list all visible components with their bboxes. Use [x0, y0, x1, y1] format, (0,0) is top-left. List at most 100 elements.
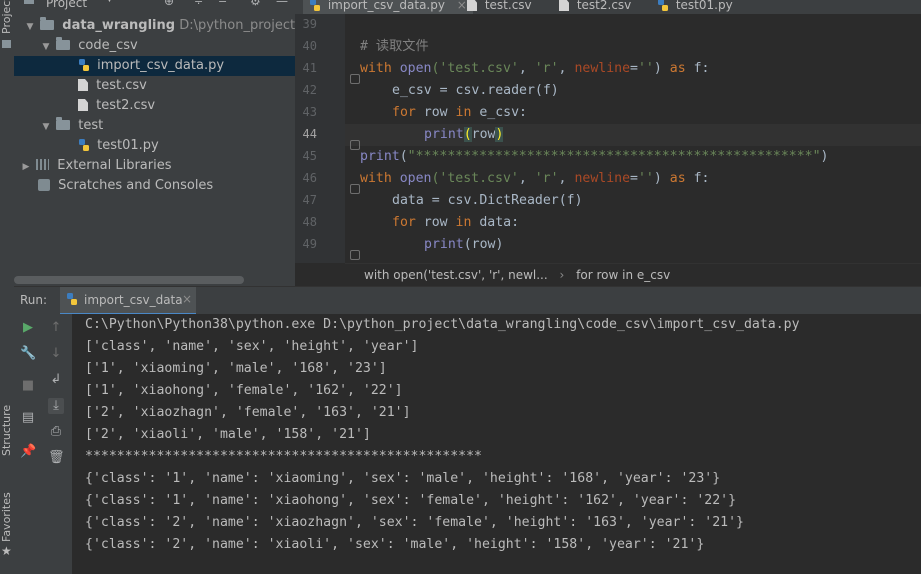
- tree-item-label: data_wrangling: [62, 18, 176, 33]
- editor-tab-test01[interactable]: test01.py: [657, 0, 733, 14]
- chevron-down-icon[interactable]: ▼: [40, 37, 52, 57]
- run-tab-label: import_csv_data: [84, 293, 183, 307]
- tree-item-test-folder[interactable]: ▼ test: [14, 116, 295, 136]
- favorites-tool-tab[interactable]: Favorites: [0, 490, 14, 545]
- python-file-icon: [67, 293, 77, 305]
- trash-icon[interactable]: 🗑: [48, 450, 65, 466]
- scroll-to-end-icon[interactable]: ⤓: [48, 398, 64, 414]
- console-line: {'class': '2', 'name': 'xiaoli', 'sex': …: [85, 537, 705, 552]
- csv-file-icon: [78, 79, 88, 91]
- pin-icon[interactable]: 📌: [20, 444, 36, 460]
- tree-item-path: D:\python_project\data_: [179, 18, 295, 33]
- minimize-icon[interactable]: —: [276, 0, 288, 8]
- tree-item-import-csv-data[interactable]: import_csv_data.py: [14, 56, 295, 76]
- project-horizontal-scrollbar[interactable]: [14, 276, 244, 284]
- console-line: ['1', 'xiaohong', 'female', '162', '22']: [85, 383, 403, 398]
- project-panel: Project ▼ ⊕ ≑ ≐ ⚙ — ▼ data_wrangling D:\…: [14, 0, 295, 286]
- tree-item-label: Scratches and Consoles: [58, 178, 214, 193]
- code-line-49: print(row): [424, 237, 504, 252]
- run-tab[interactable]: import_csv_data ×: [60, 287, 196, 315]
- arrow-up-icon[interactable]: ↑: [48, 320, 64, 336]
- console-line: {'class': '2', 'name': 'xiaozhagn', 'sex…: [85, 515, 744, 530]
- editor-tab-label: test.csv: [484, 0, 532, 12]
- chevron-down-icon[interactable]: ▼: [24, 17, 36, 37]
- tree-item-test01[interactable]: test01.py: [14, 136, 295, 156]
- stop-icon[interactable]: ■: [20, 378, 36, 394]
- layout-icon[interactable]: ▤: [20, 410, 36, 426]
- line-number: 39: [302, 17, 317, 31]
- editor-tab-test2-csv[interactable]: test2.csv: [559, 0, 631, 14]
- project-panel-header: Project ▼ ⊕ ≑ ≐ ⚙ —: [14, 0, 295, 14]
- editor-tab-label: import_csv_data.py: [327, 0, 445, 12]
- gear-icon[interactable]: ⚙: [250, 0, 261, 8]
- csv-file-icon: [559, 0, 569, 11]
- tree-item-external-libraries[interactable]: ▶ External Libraries: [14, 156, 295, 176]
- expand-all-icon[interactable]: ≑: [194, 0, 203, 7]
- project-tool-tab[interactable]: Project: [0, 0, 14, 34]
- code-line-40: # 读取文件: [360, 39, 429, 54]
- close-icon[interactable]: ×: [457, 0, 467, 12]
- line-number: 48: [302, 215, 317, 229]
- editor-gutter[interactable]: 39 40 41 42 43 44 45 46 47 48 49: [295, 14, 345, 263]
- fold-marker-icon[interactable]: [350, 140, 360, 150]
- breadcrumb: with open('test.csv', 'r', newl... › for…: [345, 263, 921, 287]
- tree-item-label: test2.csv: [96, 98, 156, 113]
- run-toolbar-secondary: ↑ ↓ ↲ ⤓ ⎙ 🗑: [42, 314, 73, 574]
- line-number: 47: [302, 193, 317, 207]
- folder-icon: [56, 37, 71, 50]
- folder-icon: [2, 40, 11, 48]
- editor-tab-import-csv-data[interactable]: import_csv_data.py ×: [303, 0, 473, 14]
- tree-item-label: External Libraries: [57, 158, 172, 173]
- python-file-icon: [658, 0, 668, 11]
- run-console-output[interactable]: C:\Python\Python38\python.exe D:\python_…: [72, 314, 921, 574]
- fold-marker-icon[interactable]: [350, 74, 360, 84]
- breadcrumb-item[interactable]: for row in e_csv: [576, 268, 670, 282]
- code-line-41: with open('test.csv', 'r', newline='') a…: [360, 61, 710, 76]
- line-number: 49: [302, 237, 317, 251]
- fold-marker-icon[interactable]: [350, 250, 360, 260]
- line-number: 46: [302, 171, 317, 185]
- left-tool-strip: Project Structure Favorites ★: [0, 0, 15, 574]
- project-view-icon: [24, 0, 34, 4]
- locate-icon[interactable]: ⊕: [164, 0, 174, 8]
- line-number: 43: [302, 105, 317, 119]
- breadcrumb-item[interactable]: with open('test.csv', 'r', newl...: [364, 268, 548, 282]
- code-line-45: print("*********************************…: [360, 149, 829, 164]
- tree-item-code-csv[interactable]: ▼ code_csv: [14, 36, 295, 56]
- run-toolbar-primary: ▶ 🔧 ■ ▤ 📌: [14, 314, 42, 574]
- code-line-47: data = csv.DictReader(f): [392, 193, 583, 208]
- code-line-46: with open('test.csv', 'r', newline='') a…: [360, 171, 710, 186]
- tree-item-label: code_csv: [78, 38, 138, 53]
- libraries-icon: [36, 159, 50, 170]
- line-number: 41: [302, 61, 317, 75]
- fold-marker-icon[interactable]: [350, 184, 360, 194]
- collapse-all-icon[interactable]: ≐: [218, 0, 227, 7]
- soft-wrap-icon[interactable]: ↲: [48, 372, 64, 388]
- console-line: {'class': '1', 'name': 'xiaohong', 'sex'…: [85, 493, 737, 508]
- chevron-right-icon[interactable]: ▶: [20, 157, 32, 177]
- python-file-icon: [79, 139, 89, 151]
- chevron-right-icon: ›: [559, 268, 565, 282]
- code-line-43: for row in e_csv:: [392, 105, 527, 120]
- chevron-down-icon[interactable]: ▼: [40, 117, 52, 137]
- print-icon[interactable]: ⎙: [48, 424, 64, 440]
- tree-item-test-csv[interactable]: test.csv: [14, 76, 295, 96]
- editor-tab-test-csv[interactable]: test.csv: [467, 0, 532, 14]
- code-line-48: for row in data:: [392, 215, 520, 230]
- wrench-icon[interactable]: 🔧: [20, 346, 36, 362]
- editor-tab-label: test01.py: [675, 0, 733, 12]
- tree-item-label: test01.py: [97, 138, 159, 153]
- code-editor[interactable]: # 读取文件 with open('test.csv', 'r', newlin…: [345, 14, 921, 263]
- tree-item-scratches[interactable]: Scratches and Consoles: [14, 176, 295, 196]
- console-line: ['2', 'xiaoli', 'male', '158', '21']: [85, 427, 371, 442]
- chevron-down-icon[interactable]: ▼: [106, 0, 113, 4]
- tree-item-test2-csv[interactable]: test2.csv: [14, 96, 295, 116]
- close-icon[interactable]: ×: [182, 292, 192, 306]
- tree-item-data-wrangling[interactable]: ▼ data_wrangling D:\python_project\data_: [14, 16, 295, 36]
- python-file-icon: [310, 0, 320, 11]
- structure-tool-tab[interactable]: Structure: [0, 400, 14, 460]
- project-view-title[interactable]: Project: [46, 0, 87, 10]
- arrow-down-icon[interactable]: ↓: [48, 346, 64, 362]
- folder-icon: [40, 17, 55, 30]
- rerun-icon[interactable]: ▶: [20, 320, 36, 336]
